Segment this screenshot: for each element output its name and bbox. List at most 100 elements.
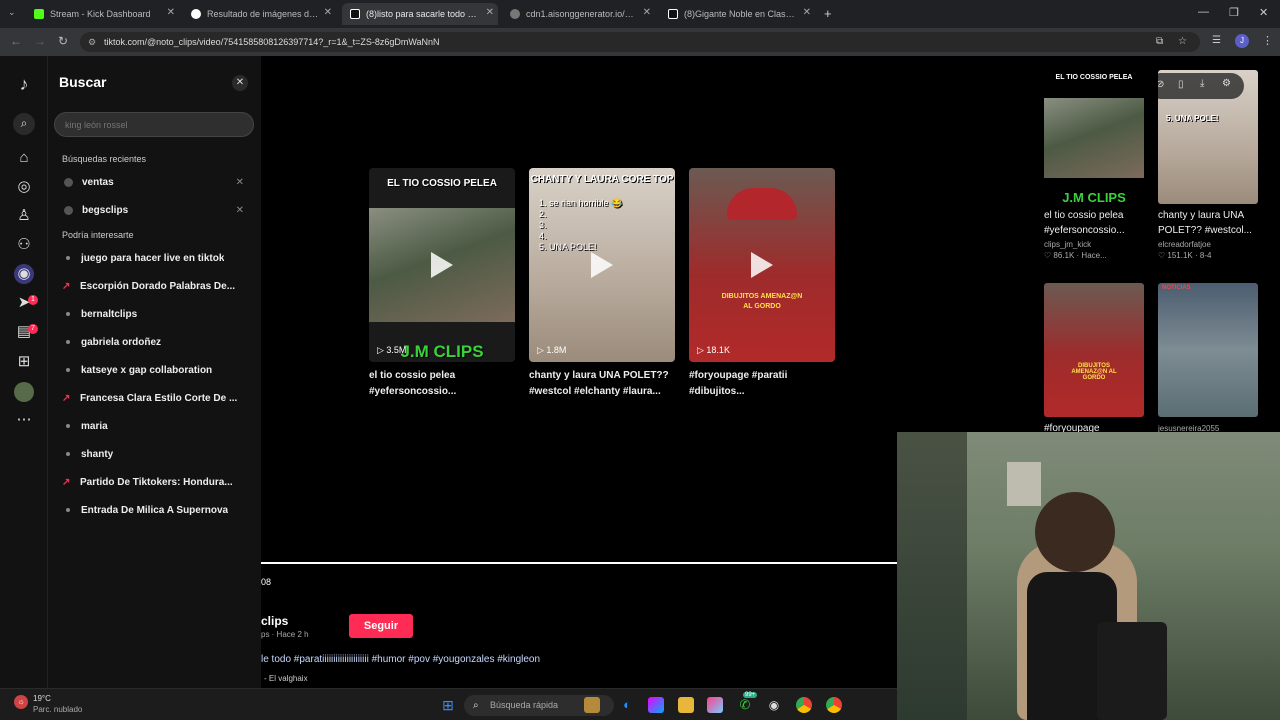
tab-kick[interactable]: Stream - Kick Dashboard ✕ (26, 3, 179, 25)
author-name[interactable]: clips (261, 614, 288, 628)
weather-temp[interactable]: 19°C (33, 694, 51, 703)
tab-tiktok-active[interactable]: (8)listo para sacarle todo #parat ✕ (342, 3, 498, 25)
related-author[interactable]: elcreadorfatjoe (1158, 240, 1258, 249)
tab-clash[interactable]: (8)Gigante Noble en Clash Roya ✕ (660, 3, 815, 25)
suggestion-label: Entrada De Milica A Supernova (81, 504, 229, 516)
upload-icon[interactable]: ⊞ (14, 352, 34, 372)
close-icon[interactable]: ✕ (803, 7, 811, 18)
chrome-icon[interactable] (796, 697, 812, 713)
weather-icon[interactable]: ☼ (14, 695, 28, 709)
suggestion-item[interactable]: gabriela ordoñez (62, 331, 252, 353)
windows-start-icon[interactable]: ⊞ (440, 697, 456, 713)
tab-aisong[interactable]: cdn1.aisonggenerator.io/7/aud ✕ (502, 3, 655, 25)
menu-icon[interactable]: ⋮ (1262, 34, 1273, 47)
whatsapp-icon[interactable]: ✆ (737, 697, 753, 713)
video-thumbnail[interactable]: DIBUJITOS AMENAZ@N AL GORDO (1044, 283, 1144, 417)
more-icon[interactable]: ⋯ (14, 410, 34, 430)
related-video-card[interactable]: EL TIO COSSIO PELEA J.M CLIPS el tio cos… (1044, 70, 1144, 260)
suggestion-item[interactable]: ↗ Partido De Tiktokers: Hondura... (62, 471, 252, 493)
related-title[interactable]: chanty y laura UNA POLET?? #westcol... (1158, 208, 1258, 238)
back-icon[interactable]: ← (10, 34, 22, 48)
recent-search-item[interactable]: begsclips ✕ (64, 199, 254, 221)
close-icon[interactable]: ✕ (643, 7, 651, 18)
video-thumbnail[interactable]: DIBUJITOS AMENAZ@N AL GORDO ▷ 18.1K (689, 168, 835, 362)
music-label[interactable]: - El valghaix (264, 674, 308, 683)
edge-icon[interactable]: ◐ (619, 697, 635, 713)
home-icon[interactable]: ⌂ (14, 148, 34, 168)
widget-icon[interactable] (584, 697, 600, 713)
tab-list-icon[interactable]: ⌄ (8, 7, 16, 18)
video-title[interactable]: el tio cossio pelea #yefersoncossio... (369, 368, 515, 400)
video-thumbnail[interactable]: NOTICIAS (1158, 283, 1258, 417)
search-input[interactable] (54, 112, 254, 137)
bullet-icon (66, 508, 70, 512)
video-title[interactable]: #foryoupage #paratii #dibujitos... (689, 368, 835, 400)
related-author[interactable]: clips_jm_kick (1044, 240, 1144, 249)
suggestion-item[interactable]: ↗ Francesa Clara Estilo Corte De ... (62, 387, 252, 409)
url-input[interactable]: ⚙ tiktok.com/@noto_clips/video/754158580… (80, 32, 1200, 52)
store-icon[interactable] (707, 697, 723, 713)
video-card[interactable]: CHANTY Y LAURA CORE TOP 1. se rian horri… (529, 168, 675, 400)
obs-icon[interactable]: ◉ (766, 697, 782, 713)
video-thumbnail[interactable]: EL TIO COSSIO PELEA J.M CLIPS ▷ 3.5M (369, 168, 515, 362)
tiktok-logo-icon[interactable]: ♪ (14, 74, 34, 94)
following-icon[interactable]: ♙ (14, 206, 34, 226)
extension-icon[interactable]: ⚙ (1222, 78, 1231, 89)
close-icon[interactable]: ✕ (167, 7, 175, 18)
forward-icon[interactable]: → (34, 34, 46, 48)
recent-search-item[interactable]: ventas ✕ (64, 171, 254, 193)
profile-avatar[interactable]: J (1235, 34, 1249, 48)
suggestion-item[interactable]: Entrada De Milica A Supernova (62, 499, 252, 521)
copilot-icon[interactable] (648, 697, 664, 713)
weather-desc[interactable]: Parc. nublado (33, 705, 82, 714)
remove-icon[interactable]: ✕ (236, 205, 244, 216)
video-thumbnail[interactable]: 5. UNA POLE! ⊘ ▯ ⤓ ⚙ (1158, 70, 1258, 204)
url-text: tiktok.com/@noto_clips/video/75415858081… (104, 37, 440, 47)
suggestion-item[interactable]: katseye x gap collaboration (62, 359, 252, 381)
download-icon[interactable]: ⤓ (1200, 78, 1204, 89)
close-icon[interactable]: ✕ (324, 7, 332, 18)
related-video-card[interactable]: NOTICIAS jesusnereira2055 (1158, 283, 1258, 436)
suggestion-item[interactable]: bernaltclips (62, 303, 252, 325)
maximize-icon[interactable]: ❐ (1229, 6, 1239, 19)
phone-icon[interactable]: ▯ (1178, 79, 1184, 90)
suggestion-item[interactable]: juego para hacer live en tiktok (62, 247, 252, 269)
video-thumbnail[interactable]: CHANTY Y LAURA CORE TOP 1. se rian horri… (529, 168, 675, 362)
video-thumbnail[interactable]: EL TIO COSSIO PELEA J.M CLIPS (1044, 70, 1144, 204)
chrome-icon[interactable] (826, 697, 842, 713)
explore-icon[interactable]: ◎ (14, 177, 34, 197)
remove-icon[interactable]: ✕ (236, 177, 244, 188)
related-video-card[interactable]: DIBUJITOS AMENAZ@N AL GORDO #foryoupage (1044, 283, 1144, 436)
install-icon[interactable]: ⧉ (1156, 32, 1163, 52)
friends-icon[interactable]: ⚇ (14, 235, 34, 255)
suggestion-item[interactable]: shanty (62, 443, 252, 465)
related-video-card[interactable]: 5. UNA POLE! ⊘ ▯ ⤓ ⚙ chanty y laura UNA … (1158, 70, 1258, 260)
suggestion-item[interactable]: ↗ Escorpión Dorado Palabras De... (62, 275, 252, 297)
bookmark-star-icon[interactable]: ☆ (1178, 32, 1187, 52)
minimize-icon[interactable]: — (1198, 6, 1209, 18)
suggestion-item[interactable]: maria (62, 415, 252, 437)
site-info-icon[interactable]: ⚙ (88, 32, 96, 52)
folder-icon[interactable] (678, 697, 694, 713)
new-tab-button[interactable]: + (824, 6, 832, 21)
window-close-icon[interactable]: ✕ (1259, 6, 1268, 19)
trending-icon: ↗ (62, 392, 71, 404)
video-progress-bar[interactable] (261, 562, 897, 564)
video-card[interactable]: EL TIO COSSIO PELEA J.M CLIPS ▷ 3.5M el … (369, 168, 515, 400)
close-icon[interactable]: ✕ (232, 75, 248, 91)
suggestion-label: shanty (81, 448, 114, 460)
tab-google[interactable]: Resultado de imágenes de Goo ✕ (183, 3, 336, 25)
follow-button[interactable]: Seguir (349, 614, 413, 638)
link-icon[interactable]: ⊘ (1158, 79, 1164, 90)
live-icon[interactable]: ◉ (14, 264, 34, 284)
search-icon[interactable]: ⌕ (13, 113, 35, 135)
profile-avatar[interactable] (14, 382, 34, 402)
video-title[interactable]: chanty y laura UNA POLET?? #westcol #elc… (529, 368, 675, 400)
video-caption: le todo #paratiiiiiiiiiiiiiiiiiiiii #hum… (261, 654, 540, 665)
related-title[interactable]: el tio cossio pelea #yefersoncossio... (1044, 208, 1144, 238)
close-icon[interactable]: ✕ (486, 7, 494, 18)
search-panel-title: Buscar (59, 74, 107, 90)
video-card[interactable]: DIBUJITOS AMENAZ@N AL GORDO ▷ 18.1K #for… (689, 168, 835, 400)
reload-icon[interactable]: ↻ (58, 34, 68, 48)
reading-list-icon[interactable]: ☰ (1212, 35, 1221, 46)
